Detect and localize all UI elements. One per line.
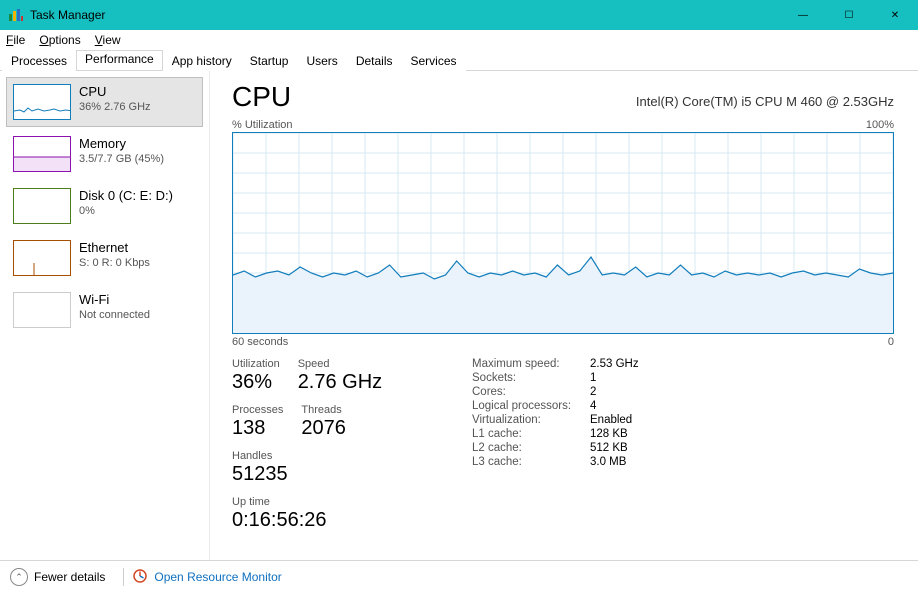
sidebar-memory-sub: 3.5/7.7 GB (45%) [79, 153, 164, 165]
stat-key: L3 cache: [472, 456, 590, 468]
fewer-details-button[interactable]: ⌃ Fewer details [10, 568, 115, 586]
tab-app-history[interactable]: App history [163, 51, 241, 71]
body: CPU 36% 2.76 GHz Memory 3.5/7.7 GB (45%)… [0, 71, 918, 560]
cpu-device-name: Intel(R) Core(TM) i5 CPU M 460 @ 2.53GHz [636, 94, 894, 109]
minimize-button[interactable]: — [780, 0, 826, 30]
open-resource-monitor-link[interactable]: Open Resource Monitor [132, 568, 281, 587]
stat-value: 128 KB [590, 428, 628, 440]
main-panel: CPU Intel(R) Core(TM) i5 CPU M 460 @ 2.5… [210, 71, 918, 560]
stat-row: L1 cache:128 KB [472, 428, 639, 440]
utilization-value: 36% [232, 371, 280, 394]
chart-top-right-label: 100% [866, 119, 894, 131]
processes-label: Processes [232, 404, 283, 416]
open-resource-monitor-label: Open Resource Monitor [154, 570, 281, 584]
stat-key: Logical processors: [472, 400, 590, 412]
cpu-utilization-chart [232, 132, 894, 334]
sidebar-cpu-sub: 36% 2.76 GHz [79, 101, 151, 113]
resource-monitor-icon [132, 568, 148, 587]
sidebar-item-cpu[interactable]: CPU 36% 2.76 GHz [6, 77, 203, 127]
stat-row: Maximum speed:2.53 GHz [472, 358, 639, 370]
tab-services[interactable]: Services [402, 51, 466, 71]
sidebar-cpu-title: CPU [79, 84, 151, 99]
chart-bottom-right-label: 0 [888, 336, 894, 348]
stat-value: 1 [590, 372, 596, 384]
tab-startup[interactable]: Startup [241, 51, 298, 71]
stat-key: Cores: [472, 386, 590, 398]
stat-value: Enabled [590, 414, 632, 426]
stat-row: Sockets:1 [472, 372, 639, 384]
sidebar-item-memory[interactable]: Memory 3.5/7.7 GB (45%) [6, 129, 203, 179]
stat-row: L2 cache:512 KB [472, 442, 639, 454]
chevron-up-icon: ⌃ [10, 568, 28, 586]
titlebar: Task Manager — ☐ ✕ [0, 0, 918, 30]
stat-row: Cores:2 [472, 386, 639, 398]
stat-value: 2 [590, 386, 596, 398]
footer: ⌃ Fewer details Open Resource Monitor [0, 560, 918, 593]
handles-value: 51235 [232, 463, 288, 486]
sidebar-item-ethernet[interactable]: Ethernet S: 0 R: 0 Kbps [6, 233, 203, 283]
wifi-thumb-icon [13, 292, 71, 328]
menu-options[interactable]: Options [39, 33, 80, 47]
speed-value: 2.76 GHz [298, 371, 382, 394]
close-button[interactable]: ✕ [872, 0, 918, 30]
stat-row: Virtualization:Enabled [472, 414, 639, 426]
sidebar-disk-sub: 0% [79, 205, 173, 217]
stat-value: 4 [590, 400, 596, 412]
stat-value: 512 KB [590, 442, 628, 454]
sidebar-item-wifi[interactable]: Wi-Fi Not connected [6, 285, 203, 335]
threads-label: Threads [301, 404, 346, 416]
stat-row: Logical processors:4 [472, 400, 639, 412]
uptime-value: 0:16:56:26 [232, 509, 414, 532]
footer-separator [123, 568, 124, 586]
stats-right: Maximum speed:2.53 GHzSockets:1Cores:2Lo… [472, 358, 639, 542]
stat-row: L3 cache:3.0 MB [472, 456, 639, 468]
processes-value: 138 [232, 417, 283, 440]
threads-value: 2076 [301, 417, 346, 440]
fewer-details-label: Fewer details [34, 570, 105, 584]
sidebar-memory-title: Memory [79, 136, 164, 151]
memory-thumb-icon [13, 136, 71, 172]
speed-label: Speed [298, 358, 382, 370]
chart-bottom-left-label: 60 seconds [232, 336, 288, 348]
window-title: Task Manager [30, 8, 780, 22]
tab-strip: Processes Performance App history Startu… [0, 50, 918, 71]
sidebar-wifi-sub: Not connected [79, 309, 150, 321]
handles-label: Handles [232, 450, 288, 462]
ethernet-thumb-icon [13, 240, 71, 276]
tab-processes[interactable]: Processes [2, 51, 76, 71]
stat-key: L1 cache: [472, 428, 590, 440]
sidebar-ethernet-sub: S: 0 R: 0 Kbps [79, 257, 150, 269]
sidebar: CPU 36% 2.76 GHz Memory 3.5/7.7 GB (45%)… [0, 71, 210, 560]
sidebar-wifi-title: Wi-Fi [79, 292, 150, 307]
page-title: CPU [232, 81, 291, 113]
stat-value: 2.53 GHz [590, 358, 639, 370]
sidebar-ethernet-title: Ethernet [79, 240, 150, 255]
menu-view[interactable]: View [95, 33, 121, 47]
maximize-button[interactable]: ☐ [826, 0, 872, 30]
tab-details[interactable]: Details [347, 51, 402, 71]
app-icon [8, 7, 24, 23]
cpu-thumb-icon [13, 84, 71, 120]
utilization-label: Utilization [232, 358, 280, 370]
stats-area: Utilization 36% Speed 2.76 GHz Processes… [232, 358, 894, 542]
sidebar-item-disk[interactable]: Disk 0 (C: E: D:) 0% [6, 181, 203, 231]
tab-performance[interactable]: Performance [76, 50, 163, 70]
sidebar-disk-title: Disk 0 (C: E: D:) [79, 188, 173, 203]
menubar: File Options View [0, 30, 918, 50]
stat-key: Virtualization: [472, 414, 590, 426]
tab-users[interactable]: Users [297, 51, 346, 71]
uptime-label: Up time [232, 496, 414, 508]
disk-thumb-icon [13, 188, 71, 224]
chart-top-left-label: % Utilization [232, 119, 293, 131]
stat-key: Sockets: [472, 372, 590, 384]
stat-key: Maximum speed: [472, 358, 590, 370]
stat-key: L2 cache: [472, 442, 590, 454]
stat-value: 3.0 MB [590, 456, 626, 468]
menu-file[interactable]: File [6, 33, 25, 47]
